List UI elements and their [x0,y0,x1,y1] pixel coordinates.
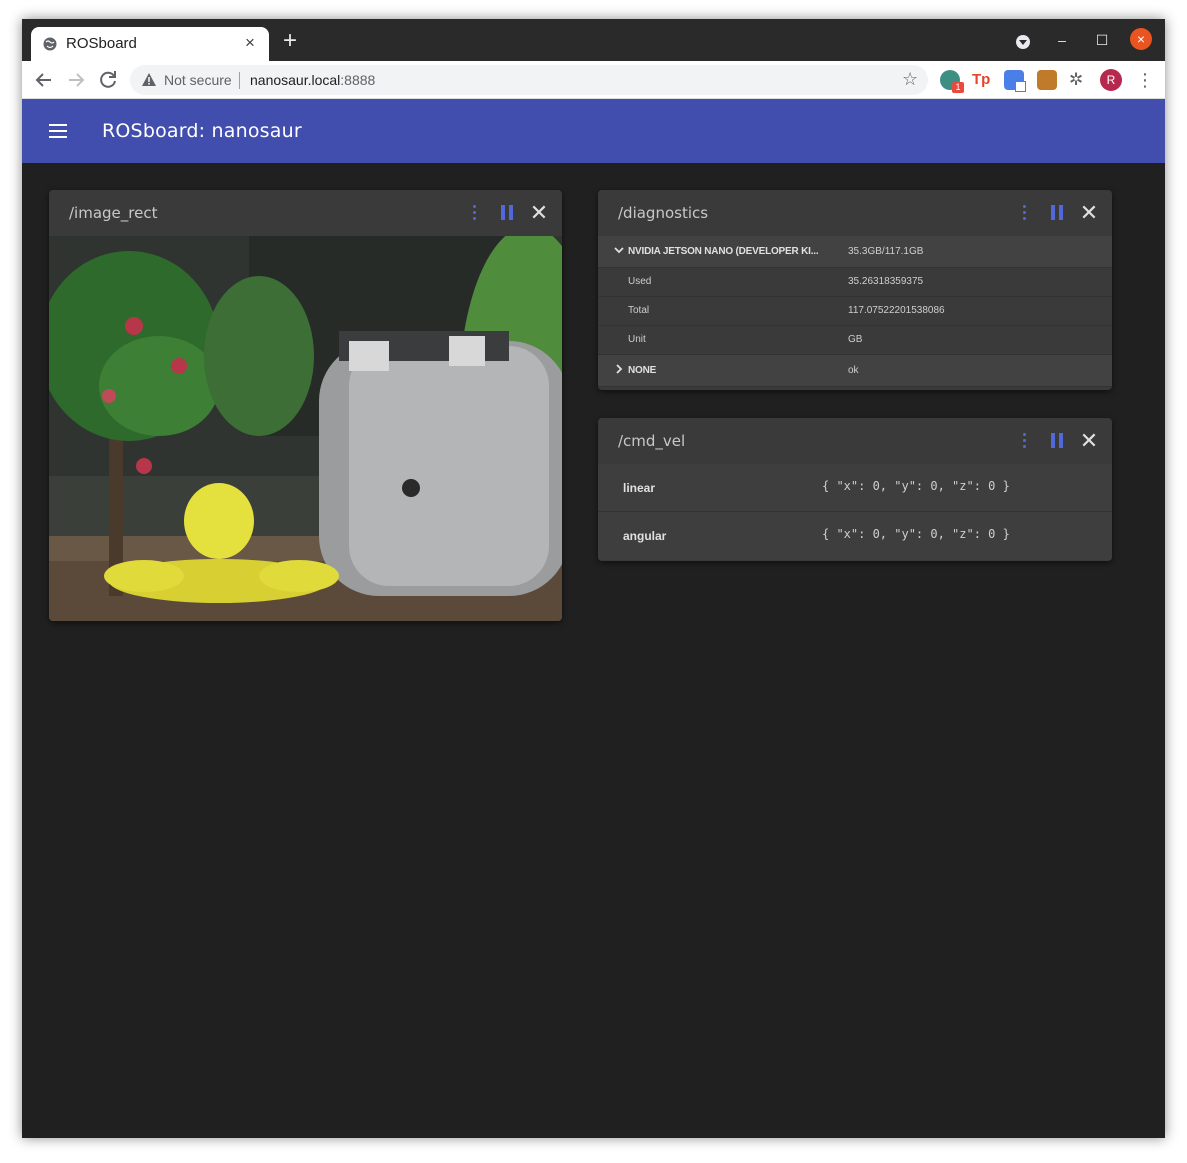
camera-image [49,236,562,621]
browser-toolbar: Not secure nanosaur.local:8888 ☆ 1 Tp ✲ … [22,61,1165,99]
url-text[interactable]: nanosaur.local:8888 [250,72,375,88]
arrow-left-icon [35,73,51,87]
minimize-button[interactable]: – [1051,29,1073,51]
tab-search-button[interactable] [1012,29,1034,51]
hamburger-menu-icon[interactable] [49,124,67,138]
card-title: /cmd_vel [618,432,686,450]
warning-icon[interactable] [141,72,157,88]
maximize-button[interactable]: ☐ [1091,29,1113,51]
diagnostics-group-value: 35.3GB/117.1GB [848,246,924,257]
diagnostics-key: Used [628,276,652,287]
diagnostics-row: Used 35.26318359375 [598,268,1112,297]
diagnostics-group-row[interactable]: NVIDIA JETSON NANO (DEVELOPER KI... 35.3… [598,236,1112,268]
cmd-vel-value: { "x": 0, "y": 0, "z": 0 } [822,527,1010,541]
cmd-vel-key: linear [623,481,656,495]
browser-tab[interactable]: ROSboard × [31,27,269,61]
globe-icon [43,37,57,51]
extensions-puzzle-icon[interactable]: ✲ [1069,70,1089,90]
window-close-button[interactable]: × [1130,28,1152,50]
close-card-icon[interactable]: ✕ [1077,202,1101,224]
pause-icon[interactable] [1051,205,1075,227]
cmd-vel-value: { "x": 0, "y": 0, "z": 0 } [822,479,1010,493]
reload-icon [100,71,116,88]
cmd-vel-card: /cmd_vel ✕ linear { "x": 0, "y": 0, "z":… [598,418,1112,561]
diagnostics-key: Unit [628,334,646,345]
diagnostics-group-name: NONE [628,365,657,376]
cmd-vel-key: angular [623,529,667,543]
tab-strip: ROSboard × + – ☐ × [22,19,1165,61]
reload-button[interactable] [96,68,120,92]
translate-extension-overlay [1015,81,1026,92]
extension-tp-icon[interactable]: Tp [972,70,992,90]
pause-icon[interactable] [501,205,525,227]
profile-avatar[interactable]: R [1100,69,1122,91]
diagnostics-group-name: NVIDIA JETSON NANO (DEVELOPER KI... [628,246,819,257]
back-button[interactable] [32,68,56,92]
more-options-icon[interactable] [1023,205,1027,227]
diagnostics-card: /diagnostics ✕ NVIDIA JETSON NANO (DEVEL… [598,190,1112,390]
cmd-vel-row: angular { "x": 0, "y": 0, "z": 0 } [598,512,1112,560]
card-title: /image_rect [69,204,158,222]
close-card-icon[interactable]: ✕ [527,202,551,224]
url-host: nanosaur.local [250,72,341,88]
chevron-right-icon[interactable] [613,363,625,378]
diagnostics-row: Unit GB [598,326,1112,355]
cmd-vel-row: linear { "x": 0, "y": 0, "z": 0 } [598,464,1112,512]
card-title: /diagnostics [618,204,709,222]
chevron-down-icon[interactable] [613,244,625,259]
tab-title: ROSboard [66,35,137,52]
diagnostics-value: 117.07522201538086 [848,305,945,316]
arrow-right-icon [69,73,85,87]
cmd-vel-table: linear { "x": 0, "y": 0, "z": 0 } angula… [598,464,1112,560]
diagnostics-row: Total 117.07522201538086 [598,297,1112,326]
close-card-icon[interactable]: ✕ [1077,430,1101,452]
extension-icon[interactable] [1037,70,1057,90]
security-label[interactable]: Not secure [164,72,232,88]
chevron-down-icon [1016,35,1030,49]
diagnostics-key: Total [628,305,650,316]
diagnostics-group-row[interactable]: NONE ok [598,355,1112,387]
extension-badge: 1 [952,82,964,93]
app-bar: ROSboard: nanosaur [22,99,1165,163]
diagnostics-table: NVIDIA JETSON NANO (DEVELOPER KI... 35.3… [598,236,1112,387]
forward-button[interactable] [64,68,88,92]
address-bar[interactable]: Not secure nanosaur.local:8888 ☆ [130,65,928,95]
divider [239,72,240,89]
bookmark-star-icon[interactable]: ☆ [902,69,918,90]
image-card: /image_rect ✕ [49,190,562,621]
diagnostics-value: 35.26318359375 [848,276,924,287]
more-options-icon[interactable] [1023,433,1027,455]
diagnostics-group-value: ok [848,365,859,376]
diagnostics-value: GB [848,334,863,345]
browser-window: ROSboard × + – ☐ × Not secure nanosaur.l… [22,19,1165,1138]
more-options-icon[interactable] [473,205,477,227]
url-port: :8888 [340,72,376,88]
tab-close-icon[interactable]: × [245,33,255,53]
pause-icon[interactable] [1051,433,1075,455]
browser-menu-icon[interactable]: ⋮ [1136,69,1154,91]
new-tab-button[interactable]: + [283,29,297,53]
app-title: ROSboard: nanosaur [102,120,302,142]
